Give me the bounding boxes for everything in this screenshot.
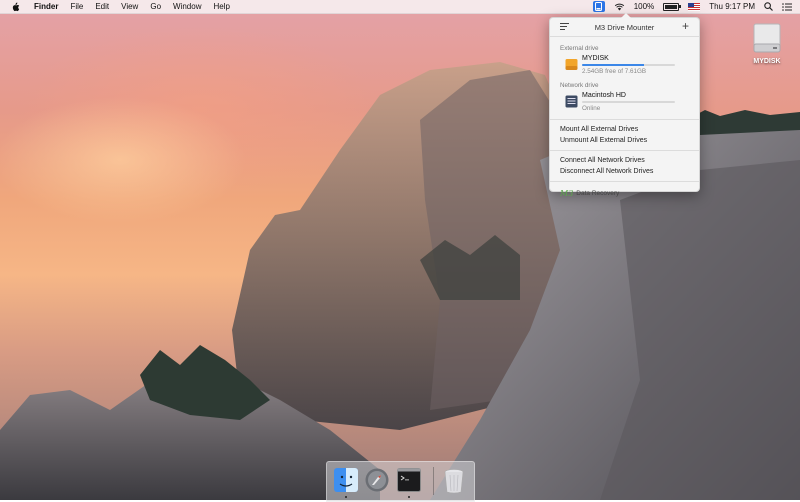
trash-icon[interactable] [442, 468, 466, 494]
status-area: 100% Thu 9:17 PM [592, 0, 792, 13]
popover-header: M3 Drive Mounter + [550, 18, 699, 37]
terminal-icon[interactable] [397, 468, 421, 492]
external-drive-name: MYDISK [582, 55, 609, 62]
dock-separator [433, 467, 434, 495]
menu-file[interactable]: File [70, 2, 83, 11]
menu-view[interactable]: View [121, 2, 138, 11]
add-icon[interactable]: + [682, 20, 689, 32]
data-recovery-label: Data Recovery [576, 189, 620, 197]
menu-help[interactable]: Help [213, 2, 229, 11]
dock [326, 461, 475, 502]
running-indicator [408, 496, 410, 498]
mount-all-external-button[interactable]: Mount All External Drives [560, 124, 699, 135]
menu-window[interactable]: Window [173, 2, 201, 11]
external-drive-row[interactable]: MYDISK 2.54GB free of 7.61GB [565, 54, 699, 76]
m3-logo-icon: M3 [560, 188, 574, 198]
popover-title: M3 Drive Mounter [594, 22, 655, 32]
desktop-disk-item[interactable]: MYDISK [745, 22, 789, 65]
unmount-all-external-button[interactable]: Unmount All External Drives [560, 135, 699, 146]
input-source-flag-icon[interactable] [688, 1, 701, 12]
drive-mounter-popover: M3 Drive Mounter + External drive MYDISK… [549, 13, 700, 198]
external-drive-info: 2.54GB free of 7.61GB [582, 68, 647, 75]
menu-go[interactable]: Go [150, 2, 161, 11]
menu-app-finder[interactable]: Finder [34, 2, 58, 11]
launchpad-icon[interactable] [365, 468, 389, 492]
external-drive-usage-bar [582, 64, 675, 66]
network-drive-status: Online [582, 105, 601, 112]
external-drive-section-label: External drive [560, 45, 599, 52]
notification-center-icon[interactable] [782, 1, 792, 12]
divider [550, 150, 699, 151]
battery-percentage: 100% [633, 2, 655, 11]
disconnect-all-network-button[interactable]: Disconnect All Network Drives [560, 166, 699, 177]
network-drive-icon [565, 95, 578, 108]
network-drive-usage-bar [582, 101, 675, 103]
menu-edit[interactable]: Edit [95, 2, 109, 11]
finder-icon[interactable] [334, 468, 358, 492]
data-recovery-link[interactable]: M3 Data Recovery [560, 186, 699, 200]
apple-menu-icon[interactable] [10, 2, 20, 12]
battery-icon[interactable] [663, 1, 682, 12]
drive-mounter-status-icon[interactable] [592, 1, 605, 12]
orange-drive-icon [565, 58, 578, 71]
spotlight-search-icon[interactable] [764, 1, 773, 12]
usage-bar-fill [582, 64, 645, 66]
desktop-disk-label: MYDISK [753, 58, 781, 65]
clock[interactable]: Thu 9:17 PM [709, 2, 755, 11]
network-drive-section-label: Network drive [560, 82, 599, 89]
menu-bar: Finder File Edit View Go Window Help 100… [0, 0, 800, 14]
running-indicator [345, 496, 347, 498]
network-drive-name: Macintosh HD [582, 92, 626, 99]
divider [550, 181, 699, 182]
divider [550, 119, 699, 120]
network-drive-row[interactable]: Macintosh HD Online [565, 91, 699, 113]
connect-all-network-button[interactable]: Connect All Network Drives [560, 155, 699, 166]
external-disk-icon [753, 22, 781, 56]
wifi-icon[interactable] [614, 1, 625, 12]
hamburger-menu-icon[interactable] [560, 23, 569, 32]
